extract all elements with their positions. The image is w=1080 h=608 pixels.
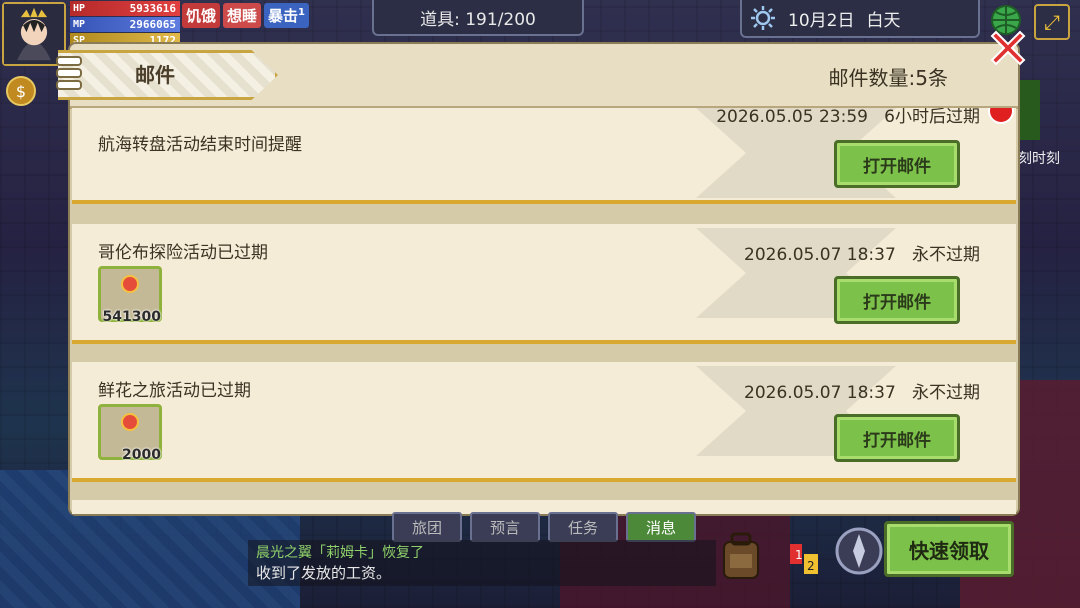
expand-icon[interactable]: ⤢ xyxy=(1034,4,1070,40)
unread-alert-icon xyxy=(988,108,1014,124)
log-line: 收到了发放的工资。 xyxy=(256,564,392,582)
mail-datetime-value: 2026.05.07 18:37 xyxy=(744,383,896,403)
tab-prophecy[interactable]: 预言 xyxy=(470,512,540,542)
mail-title: 航海转盘活动结束时间提醒 xyxy=(98,135,302,155)
svg-text:2: 2 xyxy=(807,559,815,573)
mail-expiry: 6小时后过期 xyxy=(884,108,980,127)
status-badges: 饥饿 想睡 暴击1 xyxy=(182,3,310,28)
tab-quest[interactable]: 任务 xyxy=(548,512,618,542)
open-mail-button[interactable]: 打开邮件 xyxy=(834,414,960,462)
bag-icon[interactable] xyxy=(716,530,766,582)
mail-panel: 邮件 邮件数量:5条 航海转盘活动结束时间提醒 2026.05.05 23:59… xyxy=(56,44,1018,514)
mail-datetime: 2026.05.07 18:37 永不过期 xyxy=(744,240,980,265)
side-text: 刻时刻 xyxy=(1018,151,1060,167)
mp-bar: MP 2966065 xyxy=(70,17,180,32)
coin-icon[interactable]: $ xyxy=(6,76,36,106)
gem-icon xyxy=(121,275,139,293)
log-line: 晨光之翼「莉姆卡」恢复了 xyxy=(256,545,424,561)
hp-label: HP xyxy=(73,3,86,14)
gem-icon xyxy=(121,413,139,431)
sun-icon xyxy=(751,6,775,30)
mail-datetime: 2026.05.05 23:59 6小时后过期 xyxy=(716,108,980,127)
mail-title: 哥伦布探险活动已过期 xyxy=(98,243,268,263)
status-crit-label: 暴击 xyxy=(268,7,299,25)
tab-messages[interactable]: 消息 xyxy=(626,512,696,542)
open-mail-button[interactable]: 打开邮件 xyxy=(834,140,960,188)
compass-icon[interactable] xyxy=(834,526,884,576)
tab-brigade[interactable]: 旅团 xyxy=(392,512,462,542)
reward-quantity: 2000 xyxy=(122,447,161,463)
status-sleepy-badge[interactable]: 想睡 xyxy=(223,3,262,28)
binder-ring xyxy=(56,68,82,78)
status-crit-count: 1 xyxy=(298,7,306,18)
mp-label: MP xyxy=(73,19,86,30)
bottom-tabs: 旅团 预言 任务 消息 xyxy=(392,512,696,542)
mail-list[interactable]: 航海转盘活动结束时间提醒 2026.05.05 23:59 6小时后过期 打开邮… xyxy=(70,108,1018,514)
close-icon[interactable] xyxy=(986,26,1030,70)
items-capacity[interactable]: 道具: 191/200 xyxy=(372,0,584,36)
reward-item[interactable]: 541300 xyxy=(98,266,162,325)
mp-value: 2966065 xyxy=(129,18,176,31)
mail-datetime-value: 2026.05.05 23:59 xyxy=(716,108,868,127)
time-of-day-text: 白天 xyxy=(866,10,901,31)
mail-item: 航海转盘活动结束时间提醒 2026.05.05 23:59 6小时后过期 打开邮… xyxy=(72,108,1016,204)
open-mail-button[interactable]: 打开邮件 xyxy=(834,276,960,324)
mail-expiry: 永不过期 xyxy=(912,245,980,265)
mail-title: 鲜花之旅活动已过期 xyxy=(98,381,251,401)
mail-panel-title: 邮件 xyxy=(135,63,175,87)
reward-quantity: 541300 xyxy=(102,309,161,325)
svg-text:1: 1 xyxy=(795,548,803,562)
hp-bar: HP 5933616 xyxy=(70,1,180,16)
message-log: 晨光之翼「莉姆卡」恢复了 收到了发放的工资。 xyxy=(248,540,716,586)
hp-value: 5933616 xyxy=(129,2,176,15)
date-text: 10月2日 xyxy=(788,10,855,31)
mail-datetime-value: 2026.05.07 18:37 xyxy=(744,245,896,265)
reward-item[interactable]: 2000 xyxy=(98,404,162,463)
status-crit-badge[interactable]: 暴击1 xyxy=(264,3,310,28)
mail-datetime: 2026.05.07 18:37 永不过期 xyxy=(744,378,980,403)
mail-item: 哥伦布探险活动已过期 2026.05.07 18:37 永不过期 541300 … xyxy=(72,224,1016,344)
quick-collect-button[interactable]: 快速领取 xyxy=(884,521,1014,577)
binder-ring xyxy=(56,80,82,90)
avatar-icon xyxy=(4,4,64,64)
mail-item: 鲜花之旅活动已过期 2026.05.07 18:37 永不过期 2000 打开邮… xyxy=(72,362,1016,482)
binder-ring xyxy=(56,56,82,66)
mail-count: 邮件数量:5条 xyxy=(828,66,948,90)
mail-expiry: 永不过期 xyxy=(912,383,980,403)
player-stats: HP 5933616 MP 2966065 SP 1172 xyxy=(70,1,180,49)
status-hunger-badge[interactable]: 饥饿 xyxy=(182,3,221,28)
date-display: 10月2日 白天 xyxy=(740,0,980,38)
rank-icon[interactable]: 1 2 xyxy=(786,540,826,580)
mail-panel-header: 邮件 邮件数量:5条 xyxy=(56,44,1018,109)
